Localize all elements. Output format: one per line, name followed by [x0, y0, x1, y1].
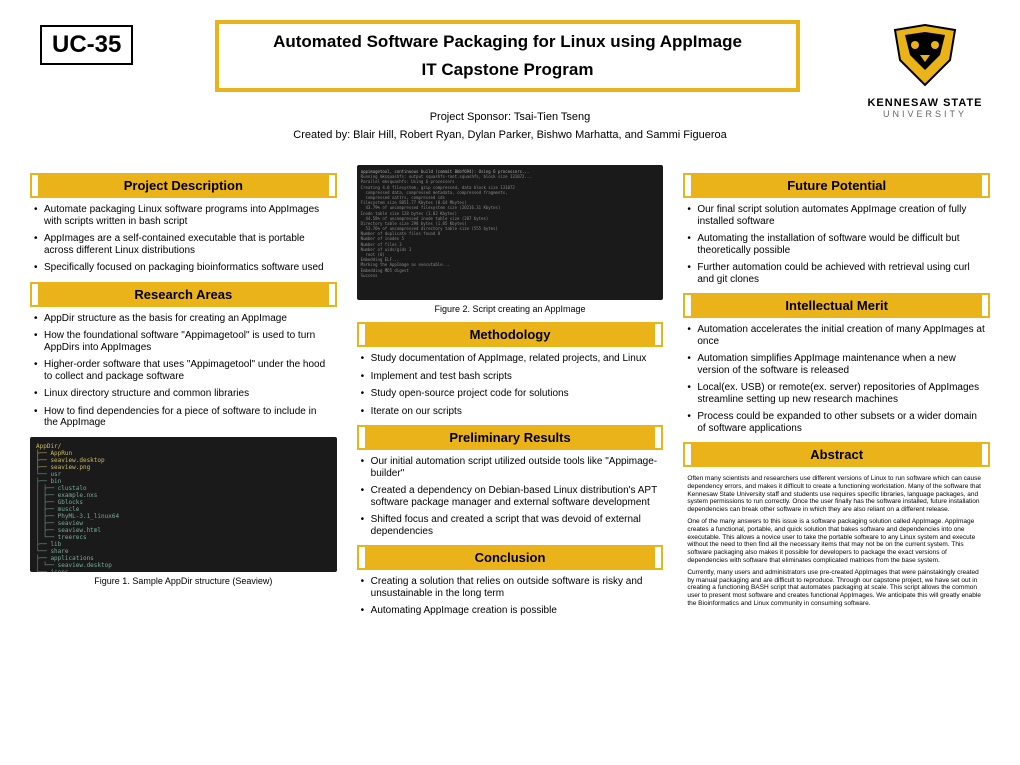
- figure-1-caption: Figure 1. Sample AppDir structure (Seavi…: [30, 576, 337, 586]
- list-item: AppDir structure as the basis for creati…: [44, 313, 333, 325]
- section-preliminary-results: Preliminary Results: [357, 425, 664, 450]
- right-column: Future Potential Our final script soluti…: [683, 165, 990, 623]
- poster-title: Automated Software Packaging for Linux u…: [219, 24, 796, 56]
- section-project-description: Project Description: [30, 173, 337, 198]
- figure-2-image: appimagetool, continuous build (commit 8…: [357, 165, 664, 300]
- list-item: Linux directory structure and common lib…: [44, 388, 333, 400]
- list-item: Implement and test bash scripts: [371, 371, 660, 383]
- list-item: Created a dependency on Debian-based Lin…: [371, 485, 660, 508]
- list-item: Our final script solution automates AppI…: [697, 204, 986, 227]
- figure-2-caption: Figure 2. Script creating an AppImage: [357, 304, 664, 314]
- poster-subtitle: IT Capstone Program: [219, 56, 796, 88]
- abstract-text: Often many scientists and researchers us…: [683, 473, 990, 614]
- list-item: Study open-source project code for solut…: [371, 388, 660, 400]
- list-item: How to find dependencies for a piece of …: [44, 406, 333, 429]
- list-item: Creating a solution that relies on outsi…: [371, 576, 660, 599]
- list-item: Further automation could be achieved wit…: [697, 262, 986, 285]
- section-intellectual-merit: Intellectual Merit: [683, 293, 990, 318]
- middle-column: appimagetool, continuous build (commit 8…: [357, 165, 664, 623]
- section-conclusion: Conclusion: [357, 545, 664, 570]
- section-abstract: Abstract: [683, 442, 990, 467]
- section-research-areas: Research Areas: [30, 282, 337, 307]
- conclusion-list: Creating a solution that relies on outsi…: [357, 576, 664, 617]
- abstract-para: One of the many answers to this issue is…: [687, 518, 986, 565]
- title-block: Automated Software Packaging for Linux u…: [215, 20, 800, 92]
- list-item: How the foundational software "Appimaget…: [44, 330, 333, 353]
- future-potential-list: Our final script solution automates AppI…: [683, 204, 990, 285]
- abstract-para: Often many scientists and researchers us…: [687, 475, 986, 514]
- preliminary-results-list: Our initial automation script utilized o…: [357, 456, 664, 537]
- sponsor-line: Project Sponsor: Tsai-Tien Tseng: [0, 111, 1020, 123]
- list-item: Automation simplifies AppImage maintenan…: [697, 353, 986, 376]
- ksu-owl-icon: [885, 20, 965, 90]
- list-item: Automation accelerates the initial creat…: [697, 324, 986, 347]
- list-item: Automating AppImage creation is possible: [371, 605, 660, 617]
- list-item: Specifically focused on packaging bioinf…: [44, 262, 333, 274]
- list-item: Automating the installation of software …: [697, 233, 986, 256]
- research-areas-list: AppDir structure as the basis for creati…: [30, 313, 337, 429]
- list-item: Study documentation of AppImage, related…: [371, 353, 660, 365]
- list-item: Local(ex. USB) or remote(ex. server) rep…: [697, 382, 986, 405]
- list-item: Higher-order software that uses "Appimag…: [44, 359, 333, 382]
- left-column: Project Description Automate packaging L…: [30, 165, 337, 623]
- figure-1-image: AppDir/├── AppRun├── seaview.desktop├── …: [30, 437, 337, 572]
- list-item: Iterate on our scripts: [371, 406, 660, 418]
- intellectual-merit-list: Automation accelerates the initial creat…: [683, 324, 990, 434]
- list-item: Shifted focus and created a script that …: [371, 514, 660, 537]
- section-methodology: Methodology: [357, 322, 664, 347]
- abstract-para: Currently, many users and administrators…: [687, 569, 986, 608]
- methodology-list: Study documentation of AppImage, related…: [357, 353, 664, 417]
- list-item: Process could be expanded to other subse…: [697, 411, 986, 434]
- list-item: Our initial automation script utilized o…: [371, 456, 660, 479]
- authors-line: Created by: Blair Hill, Robert Ryan, Dyl…: [0, 129, 1020, 141]
- section-future-potential: Future Potential: [683, 173, 990, 198]
- uc-tag: UC-35: [40, 25, 133, 65]
- list-item: AppImages are a self-contained executabl…: [44, 233, 333, 256]
- project-description-list: Automate packaging Linux software progra…: [30, 204, 337, 274]
- list-item: Automate packaging Linux software progra…: [44, 204, 333, 227]
